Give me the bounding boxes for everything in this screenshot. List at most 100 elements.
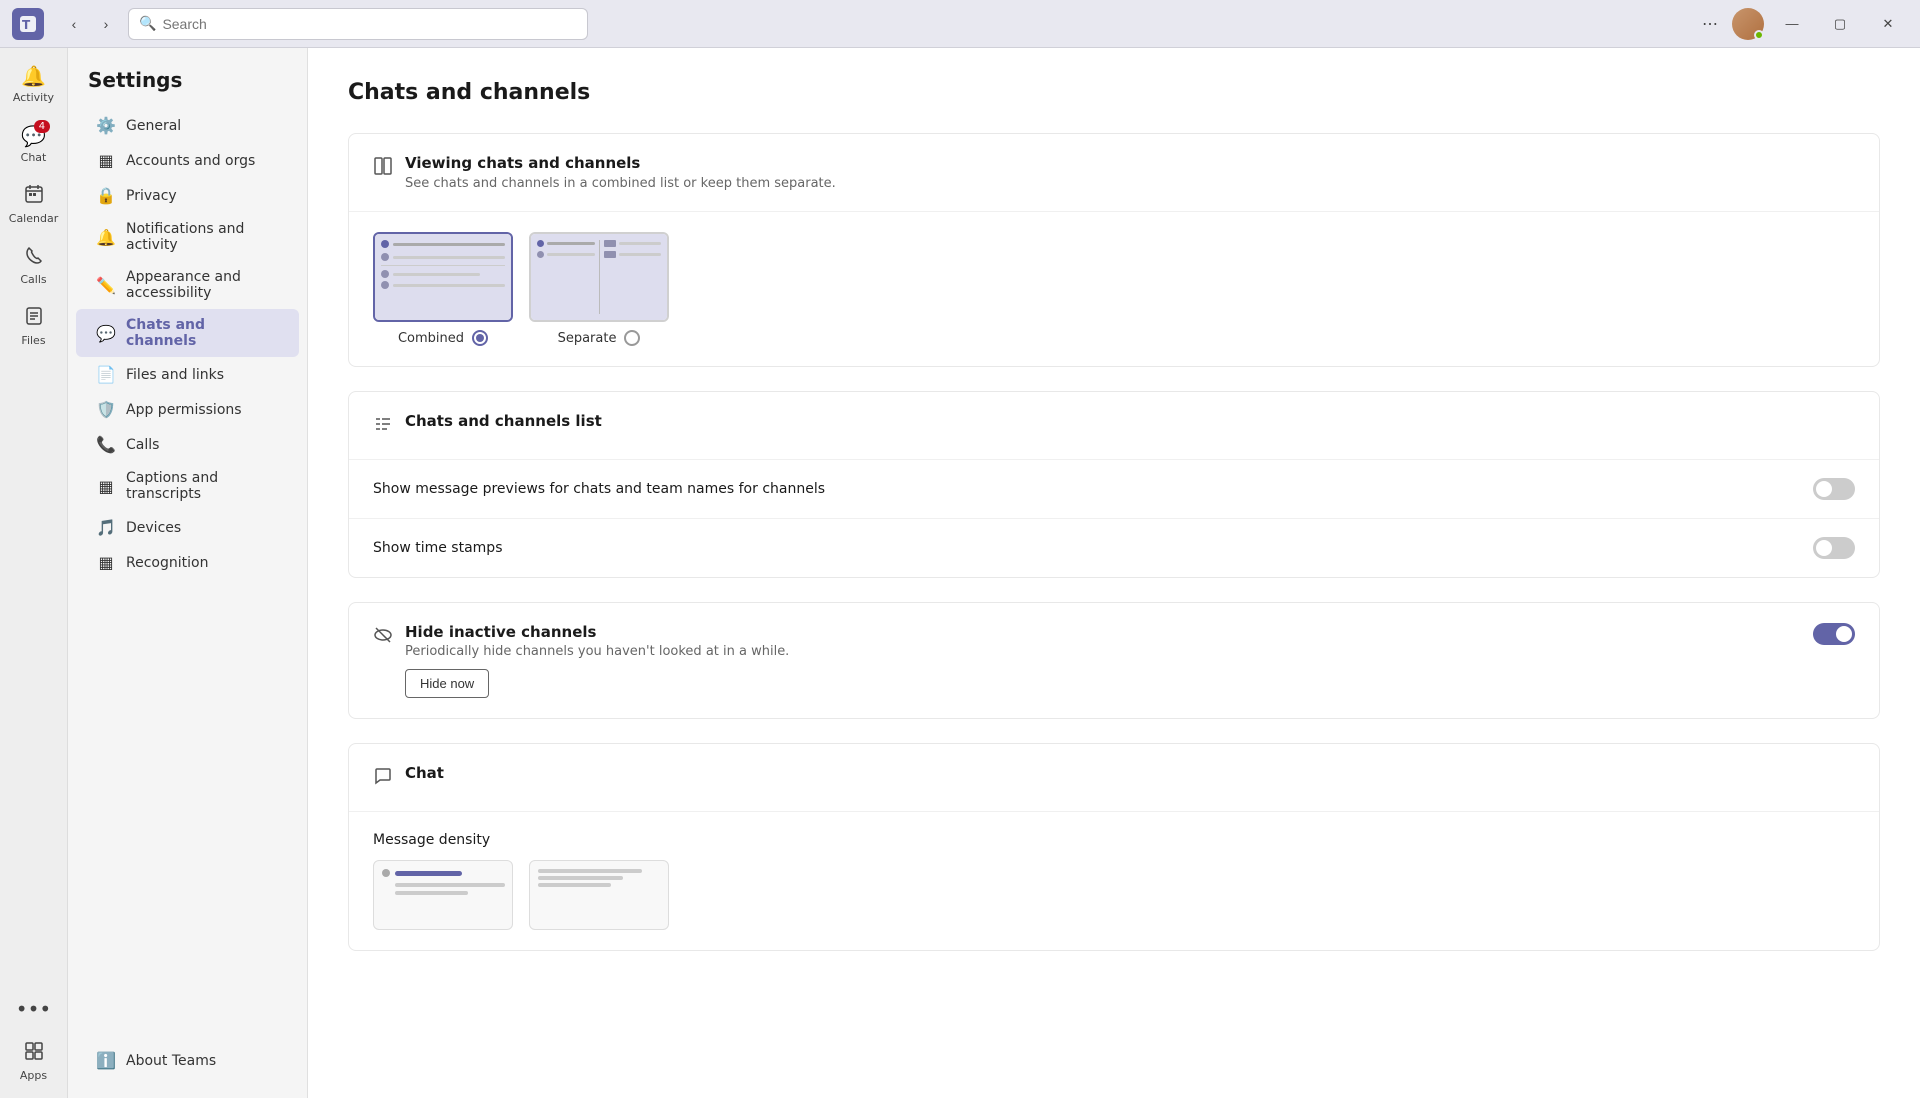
chats-icon: 💬	[96, 324, 116, 343]
density-preview-1	[373, 860, 513, 930]
apps-label: Apps	[20, 1069, 47, 1082]
settings-nav-appearance[interactable]: ✏️ Appearance and accessibility	[76, 261, 299, 309]
svg-text:T: T	[22, 18, 31, 32]
list-icon	[373, 414, 393, 439]
calls-icon	[24, 245, 44, 270]
chat-section: Chat Message density	[348, 743, 1880, 951]
sidebar-item-more[interactable]: •••	[8, 989, 60, 1029]
files-links-label: Files and links	[126, 367, 224, 383]
devices-label: Devices	[126, 520, 181, 536]
list-section-text: Chats and channels list	[405, 412, 602, 434]
timestamps-toggle[interactable]	[1813, 537, 1855, 559]
list-section: Chats and channels list Show message pre…	[348, 391, 1880, 578]
appearance-icon: ✏️	[96, 276, 116, 295]
settings-nav-privacy[interactable]: 🔒 Privacy	[76, 178, 299, 213]
about-label: About Teams	[126, 1053, 216, 1069]
about-icon: ℹ️	[96, 1051, 116, 1070]
general-icon: ⚙️	[96, 116, 116, 135]
ellipsis-button[interactable]: ⋯	[1696, 10, 1724, 38]
combined-option[interactable]: Combined	[373, 232, 513, 346]
accounts-icon: ▦	[96, 151, 116, 170]
appearance-label: Appearance and accessibility	[126, 269, 279, 301]
hide-channels-left: Hide inactive channels Periodically hide…	[373, 623, 1813, 698]
left-rail: 🔔 Activity 💬 4 Chat Calendar	[0, 48, 68, 1098]
combined-label: Combined	[398, 331, 464, 346]
main-content: Chats and channels Viewing chats and cha…	[308, 48, 1920, 1098]
timestamps-row: Show time stamps	[349, 519, 1879, 577]
calls-settings-icon: 📞	[96, 435, 116, 454]
teams-logo: T	[12, 8, 44, 40]
calendar-icon	[24, 184, 44, 209]
settings-nav-accounts[interactable]: ▦ Accounts and orgs	[76, 143, 299, 178]
viewing-title: Viewing chats and channels	[405, 154, 836, 172]
density-option-2[interactable]	[529, 860, 669, 930]
hide-channels-text: Hide inactive channels Periodically hide…	[405, 623, 789, 698]
separate-label: Separate	[558, 331, 617, 346]
settings-nav-general[interactable]: ⚙️ General	[76, 108, 299, 143]
calls-settings-label: Calls	[126, 437, 159, 453]
search-bar[interactable]: 🔍	[128, 8, 588, 40]
hide-now-button[interactable]: Hide now	[405, 669, 489, 698]
settings-nav-devices[interactable]: 🎵 Devices	[76, 510, 299, 545]
density-option-1[interactable]	[373, 860, 513, 930]
combined-preview	[373, 232, 513, 322]
sidebar-item-calendar[interactable]: Calendar	[8, 176, 60, 233]
hide-channels-toggle[interactable]	[1813, 623, 1855, 645]
message-previews-toggle[interactable]	[1813, 478, 1855, 500]
activity-label: Activity	[13, 91, 54, 104]
files-label: Files	[21, 334, 45, 347]
calls-label: Calls	[20, 273, 46, 286]
captions-icon: ▦	[96, 477, 116, 496]
sidebar-item-apps[interactable]: Apps	[8, 1033, 60, 1090]
general-label: General	[126, 118, 181, 134]
more-icon: •••	[16, 997, 51, 1021]
viewing-description: See chats and channels in a combined lis…	[405, 176, 836, 191]
settings-title: Settings	[68, 68, 307, 108]
sidebar-item-activity[interactable]: 🔔 Activity	[8, 56, 60, 112]
back-button[interactable]: ‹	[60, 10, 88, 38]
settings-nav-about[interactable]: ℹ️ About Teams	[76, 1043, 299, 1078]
privacy-label: Privacy	[126, 188, 177, 204]
notifications-label: Notifications and activity	[126, 221, 279, 253]
settings-nav-notifications[interactable]: 🔔 Notifications and activity	[76, 213, 299, 261]
sidebar-item-calls[interactable]: Calls	[8, 237, 60, 294]
maximize-button[interactable]: ▢	[1820, 8, 1860, 40]
hide-channels-description: Periodically hide channels you haven't l…	[405, 644, 789, 659]
list-section-header: Chats and channels list	[349, 392, 1879, 460]
sidebar-item-files[interactable]: Files	[8, 298, 60, 355]
settings-nav-app-permissions[interactable]: 🛡️ App permissions	[76, 392, 299, 427]
devices-icon: 🎵	[96, 518, 116, 537]
separate-radio[interactable]	[624, 330, 640, 346]
settings-nav-chats[interactable]: 💬 Chats and channels	[76, 309, 299, 357]
chat-icon: 💬 4	[21, 124, 46, 148]
titlebar: T ‹ › 🔍 ⋯ — ▢ ✕	[0, 0, 1920, 48]
avatar-status	[1754, 30, 1764, 40]
separate-option[interactable]: Separate	[529, 232, 669, 346]
hide-channels-section: Hide inactive channels Periodically hide…	[348, 602, 1880, 719]
privacy-icon: 🔒	[96, 186, 116, 205]
settings-nav-captions[interactable]: ▦ Captions and transcripts	[76, 462, 299, 510]
close-button[interactable]: ✕	[1868, 8, 1908, 40]
forward-button[interactable]: ›	[92, 10, 120, 38]
chat-section-text: Chat	[405, 764, 444, 786]
search-input[interactable]	[162, 16, 577, 32]
apps-icon	[24, 1041, 44, 1066]
viewing-section: Viewing chats and channels See chats and…	[348, 133, 1880, 367]
sidebar-item-chat[interactable]: 💬 4 Chat	[8, 116, 60, 172]
settings-nav-files[interactable]: 📄 Files and links	[76, 357, 299, 392]
chat-section-header: Chat	[349, 744, 1879, 812]
view-selector: Combined	[349, 212, 1879, 366]
combined-label-row: Combined	[398, 330, 488, 346]
separate-label-row: Separate	[558, 330, 641, 346]
minimize-button[interactable]: —	[1772, 8, 1812, 40]
search-icon: 🔍	[139, 16, 156, 32]
combined-radio[interactable]	[472, 330, 488, 346]
page-title: Chats and channels	[348, 80, 1880, 105]
chat-badge: 4	[34, 120, 50, 133]
settings-nav-recognition[interactable]: ▦ Recognition	[76, 545, 299, 580]
viewing-icon	[373, 156, 393, 181]
viewing-section-header: Viewing chats and channels See chats and…	[349, 134, 1879, 212]
files-icon	[24, 306, 44, 331]
settings-nav-calls[interactable]: 📞 Calls	[76, 427, 299, 462]
files-links-icon: 📄	[96, 365, 116, 384]
